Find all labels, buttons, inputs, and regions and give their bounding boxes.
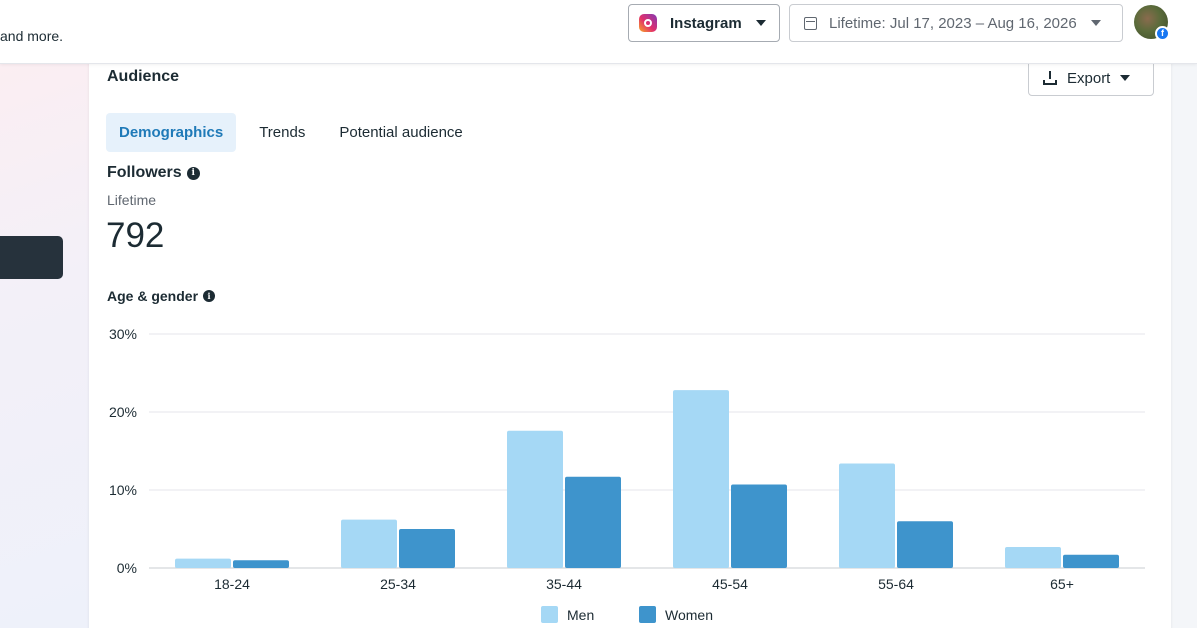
calendar-icon — [804, 16, 817, 30]
bar-men-65+[interactable] — [1005, 546, 1061, 568]
bar-women-18-24[interactable] — [233, 560, 289, 568]
x-tick-label: 45-54 — [712, 576, 748, 592]
x-tick-label: 25-34 — [380, 576, 416, 592]
bar-women-35-44[interactable] — [565, 476, 621, 568]
x-tick-label: 35-44 — [546, 576, 582, 592]
legend-label: Women — [665, 606, 713, 623]
left-nav-button[interactable] — [0, 236, 63, 279]
facebook-icon: f — [1155, 26, 1170, 41]
caret-down-icon — [1090, 20, 1101, 26]
bar-men-25-34[interactable] — [341, 519, 397, 568]
bar-men-35-44[interactable] — [507, 430, 563, 568]
age-gender-chart: 0% 10% 20% 30% 18-24 25-34 35-44 45-54 55-64 65+ — [109, 326, 1145, 592]
x-tick-label: 18-24 — [214, 576, 250, 592]
legend-item-men[interactable]: Men — [541, 606, 594, 623]
x-tick-label: 65+ — [1050, 576, 1074, 592]
y-tick-label: 10% — [109, 482, 137, 498]
top-bar: and more. Instagram Lifetime: Jul 17, 20… — [0, 0, 1197, 64]
page-description: and more. — [0, 28, 64, 44]
bar-women-65+[interactable] — [1063, 554, 1119, 568]
left-panel-background — [0, 64, 90, 628]
caret-down-icon — [755, 20, 766, 26]
bar-women-25-34[interactable] — [399, 529, 455, 568]
platform-label: Instagram — [670, 14, 742, 32]
bar-men-55-64[interactable] — [839, 463, 895, 568]
x-tick-label: 55-64 — [878, 576, 914, 592]
legend-swatch — [639, 606, 656, 623]
bar-women-55-64[interactable] — [897, 521, 953, 568]
y-tick-label: 0% — [117, 560, 137, 576]
y-tick-label: 20% — [109, 404, 137, 420]
legend-swatch — [541, 606, 558, 623]
date-range-label: Lifetime: Jul 17, 2023 – Aug 16, 2026 — [829, 14, 1077, 32]
date-range-selector[interactable]: Lifetime: Jul 17, 2023 – Aug 16, 2026 — [789, 4, 1123, 42]
legend-item-women[interactable]: Women — [639, 606, 713, 623]
audience-card: Audience Export Demographics Trends Pote… — [89, 56, 1171, 628]
bar-women-45-54[interactable] — [731, 484, 787, 568]
legend-label: Men — [567, 606, 595, 623]
platform-selector[interactable]: Instagram — [628, 4, 780, 42]
bar-men-18-24[interactable] — [175, 558, 231, 568]
bar-men-45-54[interactable] — [673, 390, 729, 568]
y-tick-label: 30% — [109, 326, 137, 342]
instagram-icon — [639, 14, 657, 32]
